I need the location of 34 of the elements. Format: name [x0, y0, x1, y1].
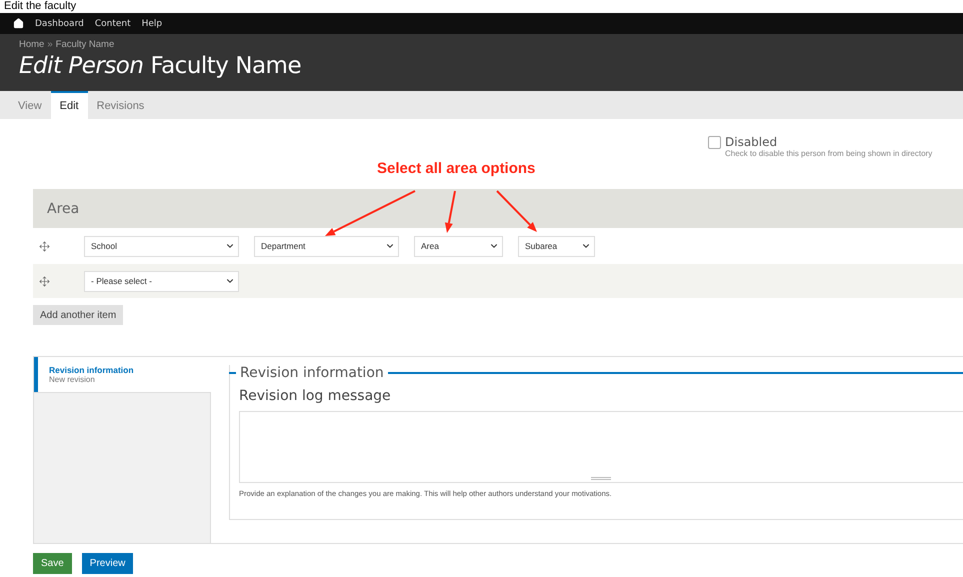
- toolbar-link[interactable]: Help: [142, 18, 162, 28]
- section-header: Area: [33, 189, 963, 228]
- annotation-text: Select all area options: [377, 160, 536, 177]
- vertical-tab-title: Revision information: [49, 365, 135, 375]
- tab[interactable]: Edit: [50, 91, 88, 119]
- breadcrumb-separator: »: [47, 39, 53, 50]
- drag-handle-icon[interactable]: [39, 276, 50, 286]
- select-dropdown[interactable]: Subarea: [518, 236, 595, 256]
- field-label: Revision log message: [239, 388, 392, 404]
- page-title-type: Edit Person: [19, 53, 144, 79]
- checkbox[interactable]: [708, 136, 721, 149]
- select-dropdown[interactable]: Department: [254, 236, 399, 256]
- field-description: Check to disable this person from being shown in directory: [725, 149, 932, 158]
- toolbar-link[interactable]: Dashboard: [35, 18, 84, 28]
- breadcrumb-link[interactable]: Home: [19, 39, 44, 50]
- toolbar-link[interactable]: Content: [94, 18, 131, 28]
- breadcrumb-link[interactable]: Faculty Name: [56, 39, 114, 50]
- add-item-button[interactable]: Add another item: [33, 305, 124, 325]
- arrow: [444, 190, 456, 233]
- caption: Edit the faculty: [3, 0, 78, 13]
- home-icon[interactable]: [13, 18, 24, 29]
- vertical-tab-summary: New revision: [49, 375, 96, 384]
- select-dropdown[interactable]: - Please select -: [84, 270, 239, 292]
- page-title: Faculty Name: [150, 53, 302, 79]
- checkbox-label: Disabled: [725, 135, 778, 149]
- action-button[interactable]: Preview: [82, 553, 134, 574]
- select-dropdown[interactable]: School: [84, 236, 239, 256]
- drag-handle-icon[interactable]: [39, 240, 50, 252]
- tab[interactable]: Revisions: [88, 91, 154, 119]
- action-button[interactable]: Save: [33, 553, 72, 574]
- tab[interactable]: View: [9, 91, 51, 119]
- arrow: [496, 190, 537, 232]
- fieldset-legend: Revision information: [236, 365, 388, 381]
- select-dropdown[interactable]: Area: [414, 236, 503, 256]
